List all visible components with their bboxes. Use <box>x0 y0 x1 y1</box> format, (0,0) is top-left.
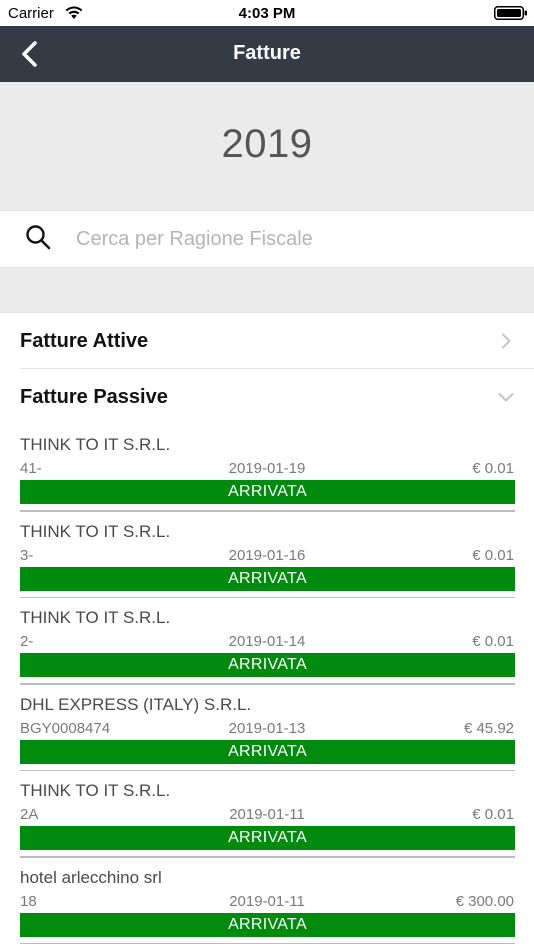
battery-icon <box>494 6 527 20</box>
status-badge: ARRIVATA <box>20 653 515 677</box>
search-bar <box>0 210 534 268</box>
status-badge: ARRIVATA <box>20 566 515 591</box>
invoice-supplier: THINK TO IT S.R.L. <box>20 608 171 627</box>
invoice-amount: € 45.92 <box>463 719 514 737</box>
invoice-date: 2019-01-11 <box>229 806 305 823</box>
invoice-amount: € 0.01 <box>472 806 514 823</box>
invoice-date: 2019-01-11 <box>229 892 305 910</box>
status-badge: ARRIVATA <box>20 480 515 504</box>
chevron-down-icon <box>498 393 514 402</box>
section-fatture-attive[interactable]: Fatture Attive <box>0 313 534 369</box>
divider <box>20 942 515 944</box>
invoice-supplier: hotel arlecchino srl <box>20 867 162 887</box>
invoice-date: 2019-01-19 <box>228 460 306 477</box>
invoice-item[interactable]: THINK TO IT S.R.L. 41- 2019-01-19 € 0.01… <box>0 425 534 512</box>
invoice-supplier: THINK TO IT S.R.L. <box>20 435 171 454</box>
invoice-item[interactable]: hotel arlecchino srl 18 2019-01-11 € 300… <box>0 858 534 944</box>
invoice-list: THINK TO IT S.R.L. 41- 2019-01-19 € 0.01… <box>0 425 534 944</box>
invoice-item[interactable]: THINK TO IT S.R.L. 2A 2019-01-11 € 0.01 … <box>0 771 534 858</box>
page-title: Fatture <box>233 42 301 64</box>
search-input[interactable] <box>76 223 516 255</box>
invoice-item[interactable]: THINK TO IT S.R.L. 2- 2019-01-14 € 0.01 … <box>0 598 534 685</box>
section-label: Fatture Passive <box>20 386 168 408</box>
status-badge: ARRIVATA <box>20 826 515 850</box>
invoice-supplier: THINK TO IT S.R.L. <box>20 521 171 541</box>
section-spacer <box>0 268 534 313</box>
clock: 4:03 PM <box>238 5 296 22</box>
invoice-supplier: DHL EXPRESS (ITALY) S.R.L. <box>20 694 252 714</box>
section-label: Fatture Attive <box>20 330 149 352</box>
invoice-amount: € 0.01 <box>472 546 514 564</box>
invoice-supplier: THINK TO IT S.R.L. <box>20 781 171 800</box>
invoice-item[interactable]: DHL EXPRESS (ITALY) S.R.L. BGY0008474 20… <box>0 685 534 771</box>
status-bar: Carrier 4:03 PM <box>0 0 534 26</box>
invoice-date: 2019-01-16 <box>228 546 306 564</box>
section-fatture-passive[interactable]: Fatture Passive <box>0 369 534 425</box>
invoice-amount: € 0.01 <box>472 633 514 650</box>
navigation-bar: Fatture <box>0 26 534 82</box>
search-icon <box>26 225 51 250</box>
status-badge: ARRIVATA <box>20 912 515 937</box>
year-header: 2019 <box>0 82 534 210</box>
year-label: 2019 <box>221 122 313 166</box>
invoice-date: 2019-01-14 <box>228 633 306 650</box>
invoice-amount: € 0.01 <box>472 460 514 477</box>
invoice-amount: € 300.00 <box>455 892 514 910</box>
invoice-date: 2019-01-13 <box>228 719 306 737</box>
chevron-right-icon <box>502 333 511 349</box>
status-badge: ARRIVATA <box>20 739 515 764</box>
invoice-item[interactable]: THINK TO IT S.R.L. 3- 2019-01-16 € 0.01 … <box>0 512 534 598</box>
